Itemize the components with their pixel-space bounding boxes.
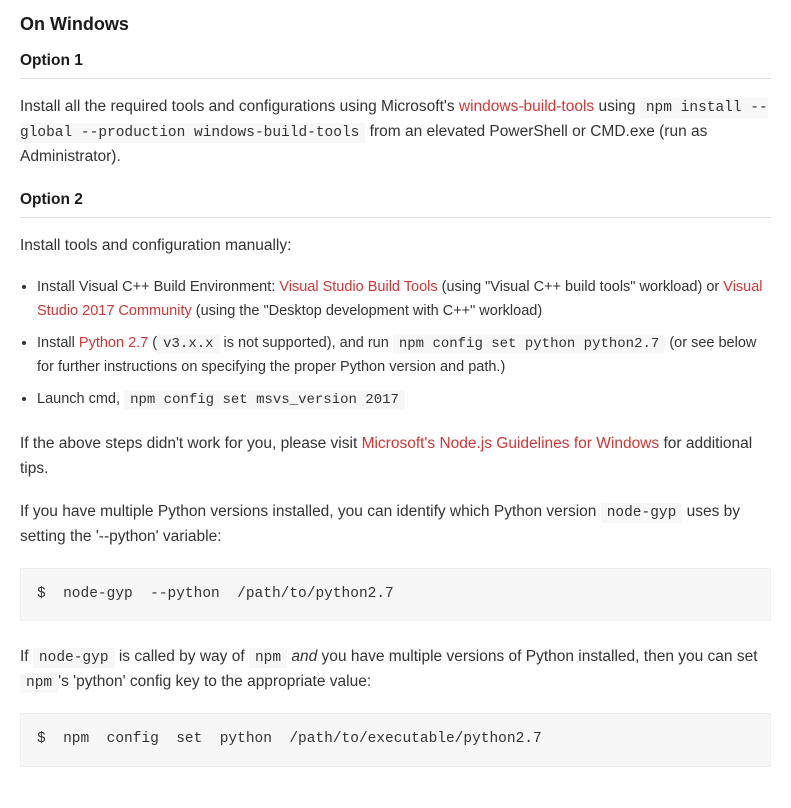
text: If the above steps didn't work for you, …: [20, 435, 362, 452]
code-npm-config-msvs: npm config set msvs_version 2017: [124, 390, 405, 410]
heading-option-1: Option 1: [20, 49, 771, 74]
list-item: Launch cmd, npm config set msvs_version …: [37, 388, 771, 412]
text: Install Visual C++ Build Environment:: [37, 279, 279, 295]
list-item: Install Python 2.7 (v3.x.x is not suppor…: [37, 332, 771, 380]
option2-guidelines-paragraph: If the above steps didn't work for you, …: [20, 432, 771, 482]
heading-rule: [20, 78, 771, 79]
text: Launch cmd,: [37, 391, 124, 407]
text: is called by way of: [115, 648, 249, 665]
heading-on-windows: On Windows: [20, 10, 771, 39]
link-python-27[interactable]: Python 2.7: [79, 335, 148, 351]
text: 's 'python' config key to the appropriat…: [58, 673, 371, 690]
list-item: Install Visual C++ Build Environment: Vi…: [37, 276, 771, 324]
option1-paragraph: Install all the required tools and confi…: [20, 95, 771, 170]
code-npm-config-python: npm config set python python2.7: [393, 334, 665, 354]
code-content: $ node-gyp --python /path/to/python2.7: [37, 586, 394, 602]
heading-rule: [20, 217, 771, 218]
code-block-node-gyp-python: $ node-gyp --python /path/to/python2.7: [20, 568, 771, 621]
link-ms-nodejs-guidelines[interactable]: Microsoft's Node.js Guidelines for Windo…: [362, 435, 660, 452]
code-npm: npm: [249, 648, 287, 668]
code-block-npm-config-python: $ npm config set python /path/to/executa…: [20, 713, 771, 766]
text: Install all the required tools and confi…: [20, 98, 459, 115]
option2-python-variable-paragraph: If you have multiple Python versions ins…: [20, 500, 771, 550]
code-npm: npm: [20, 673, 58, 693]
link-windows-build-tools[interactable]: windows-build-tools: [459, 98, 594, 115]
text: Install: [37, 335, 79, 351]
em-and: and: [291, 648, 317, 665]
text: If you have multiple Python versions ins…: [20, 503, 601, 520]
option2-list: Install Visual C++ Build Environment: Vi…: [20, 276, 771, 412]
code-v3xx: v3.x.x: [157, 334, 219, 354]
text: (: [148, 335, 157, 351]
option2-npm-python-paragraph: If node-gyp is called by way of npm and …: [20, 645, 771, 695]
text: using: [594, 98, 640, 115]
heading-option-2: Option 2: [20, 188, 771, 213]
code-node-gyp: node-gyp: [601, 503, 683, 523]
code-node-gyp: node-gyp: [33, 648, 115, 668]
text: If: [20, 648, 33, 665]
link-vs-build-tools[interactable]: Visual Studio Build Tools: [279, 279, 437, 295]
text: you have multiple versions of Python ins…: [317, 648, 757, 665]
text: (using the "Desktop development with C++…: [192, 303, 542, 319]
text: is not supported), and run: [220, 335, 393, 351]
code-content: $ npm config set python /path/to/executa…: [37, 731, 542, 747]
option2-intro: Install tools and configuration manually…: [20, 234, 771, 259]
text: (using "Visual C++ build tools" workload…: [438, 279, 724, 295]
